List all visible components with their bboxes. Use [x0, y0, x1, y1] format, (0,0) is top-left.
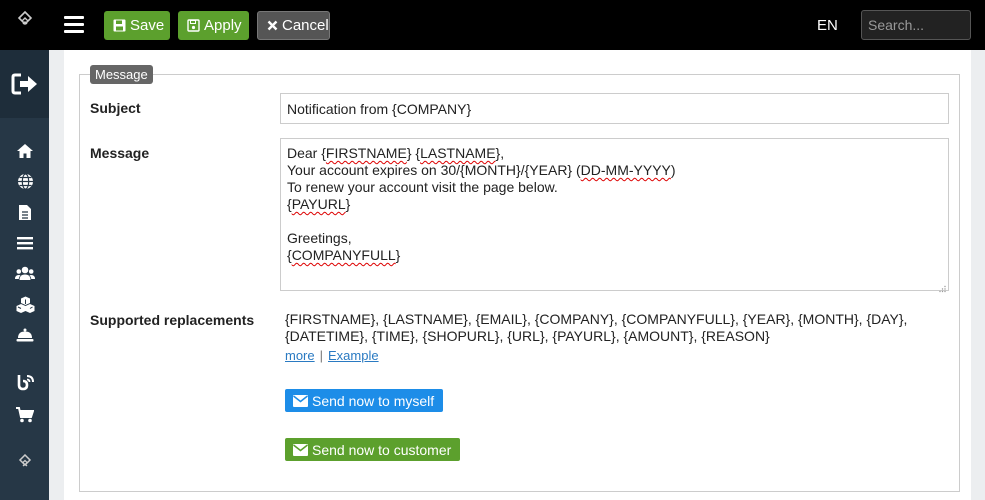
- replacements-list: {FIRSTNAME}, {LASTNAME}, {EMAIL}, {COMPA…: [285, 311, 925, 345]
- message-line: Your account expires on 30/{MONTH}/{YEAR…: [287, 162, 942, 179]
- envelope-icon: [293, 443, 308, 456]
- fieldset-legend: Message: [90, 65, 153, 84]
- send-to-myself-button[interactable]: Send now to myself: [285, 389, 443, 412]
- blog-icon[interactable]: [15, 373, 35, 391]
- cancel-label: Cancel: [282, 17, 329, 34]
- subject-input[interactable]: [280, 93, 949, 124]
- home-icon[interactable]: [15, 142, 35, 160]
- misspelled-token: COMPANYFULL: [291, 247, 396, 263]
- language-selector[interactable]: EN: [817, 17, 838, 34]
- misspelled-token: FIRSTNAME: [325, 145, 407, 161]
- send-to-customer-button[interactable]: Send now to customer: [285, 438, 460, 461]
- apply-label: Apply: [204, 17, 242, 34]
- search-input[interactable]: [861, 10, 971, 40]
- replacements-label: Supported replacements: [90, 312, 255, 328]
- save-label: Save: [130, 17, 165, 34]
- message-textarea[interactable]: Dear {FIRSTNAME} {LASTNAME}, Your accoun…: [280, 138, 949, 293]
- message-line-7: {COMPANYFULL}: [287, 247, 401, 263]
- misspelled-token: DD-MM-YYYY: [580, 162, 671, 178]
- message-line: [287, 213, 942, 230]
- message-line: Greetings,: [287, 230, 352, 246]
- replacements-line: {FIRSTNAME}, {LASTNAME}, {EMAIL}, {COMPA…: [285, 311, 908, 327]
- misspelled-token: LASTNAME: [420, 145, 496, 161]
- message-line: Dear {FIRSTNAME} {LASTNAME},: [287, 145, 942, 162]
- more-link[interactable]: more: [285, 348, 315, 363]
- resize-grip-icon[interactable]: [938, 280, 946, 293]
- message-line: {PAYURL}: [287, 196, 942, 213]
- message-line: To renew your account visit the page bel…: [287, 179, 558, 195]
- brand-logo-icon[interactable]: [15, 454, 35, 472]
- bell-icon[interactable]: [15, 326, 35, 344]
- example-link[interactable]: Example: [328, 348, 379, 363]
- globe-icon[interactable]: [15, 172, 35, 190]
- link-separator: |: [319, 348, 324, 363]
- top-bar: Save Apply Cancel EN: [0, 0, 985, 50]
- logo-icon[interactable]: [14, 10, 36, 32]
- apply-button[interactable]: Apply: [178, 11, 249, 40]
- cubes-icon[interactable]: [15, 295, 35, 313]
- cart-icon[interactable]: [15, 406, 35, 424]
- envelope-icon: [293, 394, 308, 407]
- send-to-myself-label: Send now to myself: [312, 392, 435, 409]
- sidebar: [0, 50, 49, 500]
- send-to-customer-label: Send now to customer: [312, 441, 452, 458]
- misspelled-token: PAYURL: [291, 196, 346, 212]
- document-icon[interactable]: [15, 203, 35, 221]
- menu-toggle-icon[interactable]: [64, 16, 84, 34]
- help-links: more | Example: [285, 348, 379, 363]
- subject-label: Subject: [90, 100, 141, 116]
- logout-icon[interactable]: [0, 50, 49, 118]
- save-button[interactable]: Save: [104, 11, 170, 40]
- close-icon: [267, 20, 278, 31]
- users-icon[interactable]: [15, 264, 35, 282]
- replacements-line: {DATETIME}, {TIME}, {SHOPURL}, {URL}, {P…: [285, 328, 770, 344]
- message-label: Message: [90, 145, 150, 161]
- message-line-2: Your account expires on 30/{MONTH}/{YEAR…: [287, 162, 676, 178]
- floppy-outline-icon: [187, 19, 200, 32]
- list-icon[interactable]: [15, 234, 35, 252]
- message-line-4: {PAYURL}: [287, 196, 351, 212]
- message-line: {COMPANYFULL}: [287, 247, 942, 264]
- cancel-button[interactable]: Cancel: [257, 11, 330, 40]
- message-line-1: Dear {FIRSTNAME} {LASTNAME},: [287, 145, 505, 161]
- floppy-icon: [113, 19, 126, 32]
